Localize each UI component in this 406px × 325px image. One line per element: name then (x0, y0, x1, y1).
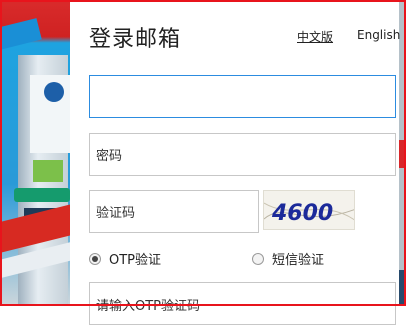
bank-logo-icon (44, 82, 64, 102)
login-panel: 登录邮箱 中文版 English 密码 验证码 4600 OTP验证 短信验证 … (70, 0, 400, 325)
radio-selected-icon (89, 252, 101, 265)
radio-otp-label: OTP验证 (109, 253, 162, 268)
password-placeholder: 密码 (96, 149, 123, 164)
radio-sms-label: 短信验证 (272, 253, 325, 268)
otp-placeholder: 请输入OTP验证码 (96, 299, 201, 314)
radio-unselected-icon (252, 252, 264, 265)
captcha-graphic: 4600 (264, 201, 354, 226)
captcha-input[interactable]: 验证码 (89, 190, 259, 233)
email-input[interactable] (89, 75, 396, 118)
captcha-image[interactable]: 4600 (263, 190, 355, 230)
background-image (0, 0, 70, 306)
password-input[interactable]: 密码 (89, 133, 396, 176)
green-logo-icon (33, 160, 63, 182)
otp-input[interactable]: 请输入OTP验证码 (89, 282, 396, 325)
captcha-placeholder: 验证码 (96, 206, 136, 221)
language-english-link[interactable]: English (357, 28, 400, 42)
page-title: 登录邮箱 (89, 27, 182, 52)
radio-otp-verification[interactable]: OTP验证 (89, 249, 161, 268)
language-chinese-link[interactable]: 中文版 (297, 28, 333, 45)
captcha-code: 4600 (271, 201, 333, 226)
radio-sms-verification[interactable]: 短信验证 (252, 249, 324, 268)
